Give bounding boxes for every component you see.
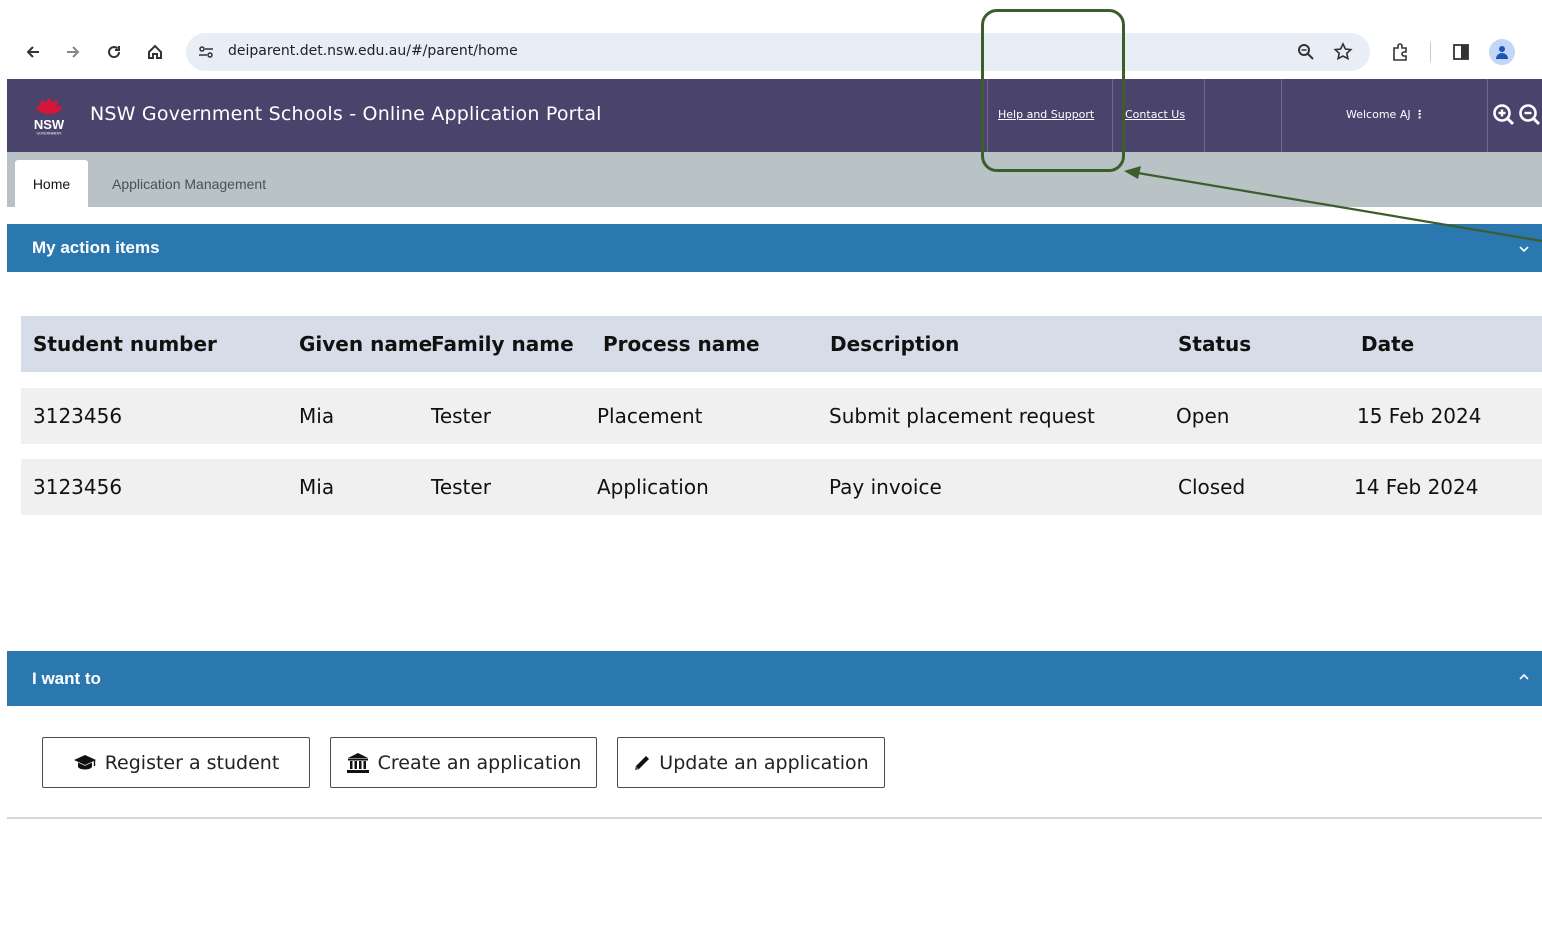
back-icon[interactable] [19, 38, 47, 66]
cell-date: 14 Feb 2024 [1354, 475, 1479, 499]
my-action-items-header[interactable]: My action items [7, 224, 1542, 272]
extensions-icon[interactable] [1388, 40, 1412, 64]
column-header: Date [1361, 332, 1415, 356]
chevron-up-icon[interactable] [1516, 669, 1532, 685]
browser-toolbar: deiparent.det.nsw.edu.au/#/parent/home [0, 0, 1542, 78]
institution-icon [346, 752, 369, 773]
table-row[interactable]: 3123456 Mia Tester Placement Submit plac… [21, 388, 1542, 444]
site-info-icon[interactable] [194, 40, 218, 64]
panel-title: I want to [32, 669, 101, 688]
cell-process-name: Application [597, 475, 709, 499]
toolbar-divider [1430, 42, 1431, 62]
zoom-out-icon[interactable] [1518, 103, 1542, 127]
chevron-down-icon[interactable] [1516, 241, 1532, 257]
home-icon[interactable] [141, 38, 169, 66]
welcome-text: Welcome AJ [1346, 108, 1411, 121]
welcome-menu[interactable]: Welcome AJ ⋮ [1346, 108, 1425, 121]
zoom-page-icon[interactable] [1294, 40, 1318, 64]
url-text: deiparent.det.nsw.edu.au/#/parent/home [228, 43, 518, 59]
table-header-row: Student number Given name Family name Pr… [21, 316, 1542, 372]
pencil-icon [635, 755, 650, 770]
cell-status: Open [1176, 404, 1230, 428]
register-student-button[interactable]: Register a student [42, 737, 310, 788]
column-header: Status [1178, 332, 1252, 356]
logo-text: NSW [34, 117, 65, 132]
column-header: Description [830, 332, 960, 356]
button-label: Register a student [104, 751, 280, 774]
cell-student-number: 3123456 [33, 404, 123, 428]
reload-icon[interactable] [100, 38, 128, 66]
nsw-logo: NSW GOVERNMENT [29, 96, 69, 136]
bookmark-star-icon[interactable] [1331, 40, 1355, 64]
kebab-menu-icon[interactable]: ⋮ [1414, 108, 1425, 121]
create-application-button[interactable]: Create an application [330, 737, 597, 788]
cell-date: 15 Feb 2024 [1357, 404, 1482, 428]
header-divider [1204, 79, 1205, 152]
logo-subtext: GOVERNMENT [36, 132, 62, 136]
column-header: Given name [299, 332, 433, 356]
cell-given-name: Mia [299, 475, 335, 499]
cell-family-name: Tester [431, 404, 491, 428]
side-panel-icon[interactable] [1449, 40, 1473, 64]
zoom-in-icon[interactable] [1492, 103, 1516, 127]
graduation-cap-icon [73, 754, 96, 769]
forward-icon[interactable] [59, 38, 87, 66]
header-divider [1487, 79, 1488, 152]
app-header: NSW GOVERNMENT NSW Government Schools - … [7, 79, 1542, 152]
header-divider [1281, 79, 1282, 152]
column-header: Family name [431, 332, 574, 356]
cell-status: Closed [1178, 475, 1246, 499]
i-want-to-header[interactable]: I want to [7, 651, 1542, 706]
cell-process-name: Placement [597, 404, 703, 428]
table-row[interactable]: 3123456 Mia Tester Application Pay invoi… [21, 459, 1542, 515]
column-header: Student number [33, 332, 217, 356]
button-label: Create an application [377, 751, 582, 774]
cell-description: Pay invoice [829, 475, 942, 499]
address-bar[interactable]: deiparent.det.nsw.edu.au/#/parent/home [186, 33, 1370, 71]
cell-description: Submit placement request [829, 404, 1095, 428]
portal-title: NSW Government Schools - Online Applicat… [90, 103, 602, 125]
panel-bottom-border [7, 817, 1542, 819]
profile-avatar-icon[interactable] [1489, 39, 1515, 65]
tab-home[interactable]: Home [15, 160, 88, 207]
panel-title: My action items [32, 238, 160, 257]
cell-student-number: 3123456 [33, 475, 123, 499]
column-header: Process name [603, 332, 760, 356]
contact-us-link[interactable]: Contact Us [1125, 108, 1185, 121]
button-label: Update an application [659, 751, 869, 774]
cell-given-name: Mia [299, 404, 335, 428]
main-tabs: Home Application Management [7, 152, 1542, 207]
tab-application-management[interactable]: Application Management [112, 160, 266, 207]
update-application-button[interactable]: Update an application [617, 737, 885, 788]
annotation-highlight-box [981, 9, 1125, 172]
cell-family-name: Tester [431, 475, 491, 499]
